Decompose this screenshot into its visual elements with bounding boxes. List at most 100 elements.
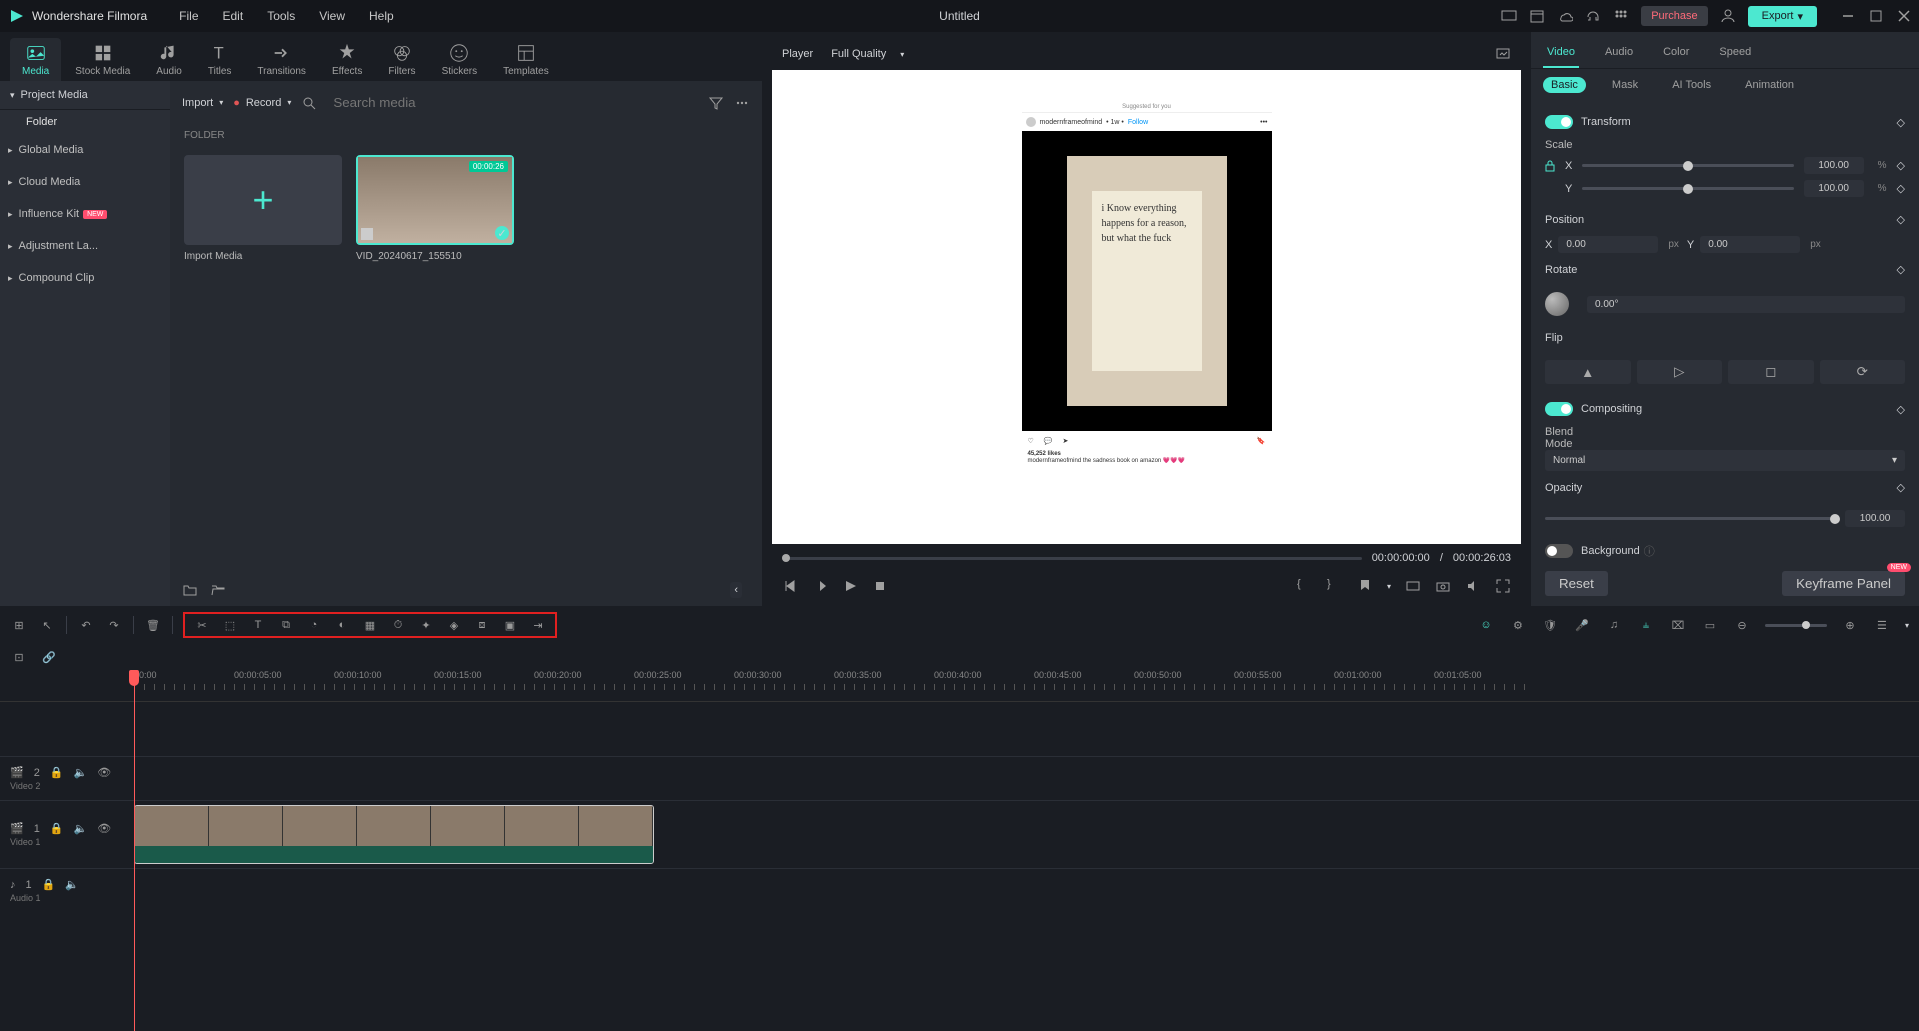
group-icon[interactable]: ⧈ (473, 616, 491, 634)
timer-icon[interactable]: ⏱ (389, 616, 407, 634)
prev-frame-icon[interactable] (782, 578, 798, 594)
cloud-icon[interactable] (1557, 8, 1573, 24)
track-audio-1[interactable]: ♪1🔒🔈Audio 1 (0, 868, 1919, 912)
tab-templates[interactable]: Templates (491, 38, 561, 81)
record-screen-icon[interactable]: ⌧ (1669, 616, 1687, 634)
smiley-icon[interactable]: ☺ (1477, 616, 1495, 634)
shield-icon[interactable]: 🛡 (1541, 616, 1559, 634)
menu-tools[interactable]: Tools (267, 9, 295, 23)
subtab-basic[interactable]: Basic (1543, 77, 1586, 93)
compositing-header[interactable]: Compositing ◇ (1545, 392, 1905, 426)
video-clip[interactable] (134, 805, 654, 864)
zoom-out-icon[interactable]: ⊖ (1733, 616, 1751, 634)
opacity-slider[interactable] (1545, 517, 1835, 520)
snapshot-icon[interactable] (1435, 578, 1451, 594)
keyframe-icon[interactable]: ✦ (417, 616, 435, 634)
undo-icon[interactable]: ↶ (77, 616, 95, 634)
speed-icon[interactable]: ◔ (305, 616, 323, 634)
rotate-input[interactable] (1587, 296, 1905, 313)
adjust-icon[interactable]: ▦ (361, 616, 379, 634)
keyframe-diamond-icon[interactable]: ◇ (1897, 116, 1905, 129)
filter-icon[interactable] (708, 95, 724, 111)
sidebar-adjustment-layer[interactable]: ▸Adjustment La... (0, 230, 170, 262)
export-button[interactable]: Export▾ (1748, 6, 1817, 27)
keyframe-diamond-icon[interactable]: ◇ (1897, 213, 1905, 226)
cursor-icon[interactable]: ↖ (38, 616, 56, 634)
tab-titles[interactable]: TTitles (196, 38, 244, 81)
delete-icon[interactable]: 🗑 (144, 616, 162, 634)
record-button[interactable]: ●Record▾ (233, 97, 291, 109)
sidebar-cloud-media[interactable]: ▸Cloud Media (0, 166, 170, 198)
inspector-tab-color[interactable]: Color (1659, 40, 1693, 68)
subtab-ai-tools[interactable]: AI Tools (1664, 77, 1719, 93)
player-viewport[interactable]: Suggested for you modernframeofmind • 1w… (772, 70, 1521, 544)
crop-icon[interactable]: ⬚ (221, 616, 239, 634)
headset-icon[interactable] (1585, 8, 1601, 24)
apps-icon[interactable] (1613, 8, 1629, 24)
collapse-sidebar-button[interactable]: ‹ (730, 582, 742, 598)
mic-icon[interactable]: 🎤 (1573, 616, 1591, 634)
tab-audio[interactable]: Audio (144, 38, 194, 81)
color-icon[interactable]: ◐ (333, 616, 351, 634)
account-icon[interactable] (1720, 8, 1736, 24)
copy-icon[interactable]: ⧉ (277, 616, 295, 634)
expand-icon[interactable]: ⇥ (529, 616, 547, 634)
inspector-tab-speed[interactable]: Speed (1715, 40, 1755, 68)
keyframe-diamond-icon[interactable]: ◇ (1897, 403, 1905, 416)
volume-icon[interactable] (1465, 578, 1481, 594)
play-pause-icon[interactable] (812, 578, 828, 594)
inspector-tab-audio[interactable]: Audio (1601, 40, 1637, 68)
list-view-icon[interactable]: ☰ (1873, 616, 1891, 634)
marker-icon[interactable] (1357, 578, 1373, 594)
blend-mode-select[interactable]: Normal▾ (1545, 450, 1905, 471)
keyframe-diamond-icon[interactable]: ◇ (1897, 182, 1905, 195)
folder-item[interactable]: Folder (16, 110, 170, 134)
track-settings-icon[interactable]: ⊡ (10, 648, 28, 666)
media-clip-tile[interactable]: 00:00:26 ✓ VID_20240617_155510 (356, 155, 514, 262)
music-icon[interactable]: ♫ (1605, 616, 1623, 634)
flip-both-button[interactable]: ⟳ (1820, 360, 1906, 384)
import-button[interactable]: Import▾ (182, 97, 223, 109)
menu-file[interactable]: File (179, 9, 198, 23)
reset-button[interactable]: Reset (1545, 571, 1608, 596)
search-input[interactable] (327, 91, 698, 114)
layout-icon[interactable]: ⊞ (10, 616, 28, 634)
playhead[interactable] (134, 670, 135, 1031)
lock-icon[interactable] (1545, 160, 1555, 172)
tab-effects[interactable]: Effects (320, 38, 374, 81)
aspect-icon[interactable] (1405, 578, 1421, 594)
preview-compare-icon[interactable] (1495, 46, 1511, 62)
tab-filters[interactable]: Filters (376, 38, 427, 81)
tag-icon[interactable]: ◈ (445, 616, 463, 634)
subtab-animation[interactable]: Animation (1737, 77, 1802, 93)
gear-icon[interactable]: ⚙ (1509, 616, 1527, 634)
background-toggle[interactable] (1545, 544, 1573, 558)
scale-y-input[interactable] (1804, 180, 1864, 197)
transform-header[interactable]: Transform ◇ (1545, 105, 1905, 139)
tab-media[interactable]: Media (10, 38, 61, 81)
fullscreen-icon[interactable] (1495, 578, 1511, 594)
close-icon[interactable] (1897, 9, 1911, 23)
transform-toggle[interactable] (1545, 115, 1573, 129)
track-video-2[interactable]: 🎬2🔒🔈👁Video 2 (0, 756, 1919, 800)
project-media-header[interactable]: ▾Project Media (0, 81, 170, 110)
subtab-mask[interactable]: Mask (1604, 77, 1646, 93)
quality-selector[interactable]: Full Quality▾ (831, 48, 904, 60)
sidebar-global-media[interactable]: ▸Global Media (0, 134, 170, 166)
maximize-icon[interactable] (1869, 9, 1883, 23)
freeze-icon[interactable]: ▣ (501, 616, 519, 634)
scale-x-input[interactable] (1804, 157, 1864, 174)
purchase-button[interactable]: Purchase (1641, 6, 1707, 26)
render-icon[interactable]: ▭ (1701, 616, 1719, 634)
screen-icon[interactable] (1501, 8, 1517, 24)
scale-y-slider[interactable] (1582, 187, 1793, 190)
mixer-icon[interactable]: ⫨ (1637, 616, 1655, 634)
scrub-bar[interactable] (782, 557, 1362, 560)
folder-open-icon[interactable] (210, 582, 226, 598)
bracket-close-icon[interactable]: } (1327, 578, 1343, 594)
zoom-in-icon[interactable]: ⊕ (1841, 616, 1859, 634)
tab-stock-media[interactable]: Stock Media (63, 38, 142, 81)
redo-icon[interactable]: ↷ (105, 616, 123, 634)
rotate-knob[interactable] (1545, 292, 1569, 316)
menu-edit[interactable]: Edit (223, 9, 244, 23)
